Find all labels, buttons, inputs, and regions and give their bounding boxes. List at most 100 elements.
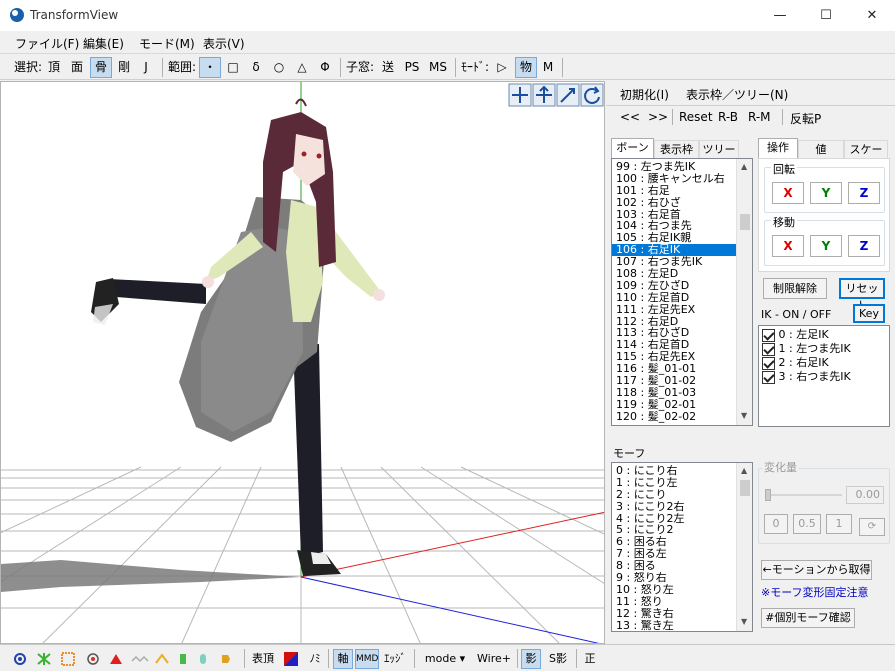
prev-button[interactable]: << xyxy=(620,110,640,124)
ik-checkbox[interactable] xyxy=(762,370,775,384)
bone-list-item[interactable]: 106 : 右足IK xyxy=(612,244,736,257)
ik-list[interactable]: 0 : 左足IK 1 : 左つま先IK 2 : 右足IK 3 : 右つま先IK xyxy=(758,325,890,427)
select-joint-button[interactable]: J xyxy=(139,57,153,78)
mode-physics-button[interactable]: 物 xyxy=(515,57,537,78)
morph-list-item[interactable]: 1 : にこり左 xyxy=(612,477,736,489)
edge-toggle[interactable]: ｴｯｼﾞ xyxy=(381,649,409,669)
key-button[interactable]: Key xyxy=(853,304,885,323)
bone-list-item[interactable]: 110 : 左足首D xyxy=(612,292,736,304)
wave-display-icon[interactable] xyxy=(131,655,149,663)
morph-list-item[interactable]: 13 : 驚き左 xyxy=(612,620,736,631)
range-triangle-button[interactable]: △ xyxy=(294,57,310,78)
init-button[interactable]: 初期化(I) xyxy=(620,86,669,103)
triangle-display-icon[interactable] xyxy=(110,654,122,664)
3d-viewport[interactable] xyxy=(0,81,605,644)
bone-list-item[interactable]: 102 : 右ひざ xyxy=(612,197,736,209)
morph-list-item[interactable]: 8 : 困る xyxy=(612,560,736,572)
rigid-display-icon[interactable] xyxy=(180,654,186,664)
bone-list-item[interactable]: 105 : 右足IK親 xyxy=(612,232,736,244)
bone-list-item[interactable]: 111 : 左足先EX xyxy=(612,304,736,316)
get-from-motion-button[interactable]: ←モーションから取得 xyxy=(761,560,872,580)
bone-list-item[interactable]: 108 : 左足D xyxy=(612,268,736,280)
select-rigid-button[interactable]: 剛 xyxy=(115,57,133,78)
bone-list-item[interactable]: 119 : 髪_02-01 xyxy=(612,399,736,411)
set-zero-button[interactable]: 0 xyxy=(764,514,788,534)
tab-value[interactable]: 値 xyxy=(798,140,844,160)
bone-list-item[interactable]: 112 : 右足D xyxy=(612,316,736,328)
unlock-limit-button[interactable]: 制限解除 xyxy=(763,278,827,299)
flip-p-button[interactable]: 反転P xyxy=(790,110,821,127)
front-view-toggle[interactable]: 正 xyxy=(580,649,600,669)
shadow-toggle[interactable]: 影 xyxy=(521,649,541,669)
tab-bone[interactable]: ボーン xyxy=(611,138,654,158)
morph-list-scrollbar[interactable]: ▲ ▼ xyxy=(736,463,752,631)
bone-list-item[interactable]: 107 : 右つま先IK xyxy=(612,256,736,268)
next-button[interactable]: >> xyxy=(648,110,668,124)
normal-display-icon[interactable] xyxy=(37,653,51,665)
close-button[interactable]: ✕ xyxy=(849,0,895,31)
mmd-toggle[interactable]: MMD xyxy=(355,649,379,669)
bone-list-item[interactable]: 104 : 右つま先 xyxy=(612,220,736,232)
range-rect-button[interactable]: □ xyxy=(225,57,241,78)
morph-list-item[interactable]: 0 : にこり右 xyxy=(612,465,736,477)
select-bone-button[interactable]: 骨 xyxy=(90,57,112,78)
ik-item[interactable]: 1 : 左つま先IK xyxy=(762,342,851,356)
tab-scale[interactable]: スケール xyxy=(844,140,888,174)
move-y-button[interactable]: Y xyxy=(810,235,842,257)
refresh-icon[interactable]: ⟳ xyxy=(859,518,885,536)
surface-vertex-toggle[interactable]: 表頂 xyxy=(250,649,276,669)
tab-tree[interactable]: ツリー xyxy=(699,140,739,160)
child-ps-button[interactable]: PS xyxy=(402,57,422,78)
morph-list-item[interactable]: 11 : 怒り xyxy=(612,596,736,608)
self-shadow-toggle[interactable]: S影 xyxy=(545,649,571,669)
range-phi-button[interactable]: Φ xyxy=(317,57,333,78)
bone-list-item[interactable]: 114 : 右足首D xyxy=(612,339,736,351)
morph-list-item[interactable]: 2 : にこり xyxy=(612,489,736,501)
bone-list-item[interactable]: 99 : 左つま先IK xyxy=(612,161,736,173)
mode-m-button[interactable]: M xyxy=(540,57,556,78)
individual-morph-check-button[interactable]: #個別モーフ確認 xyxy=(761,608,855,628)
menu-file[interactable]: ファイル(F) xyxy=(15,35,79,52)
menu-mode[interactable]: モード(M) xyxy=(139,35,195,52)
display-tree-button[interactable]: 表示枠／ツリー(N) xyxy=(686,86,788,103)
change-slider[interactable] xyxy=(766,494,842,496)
joint-display-icon[interactable] xyxy=(200,654,206,664)
ik-item[interactable]: 2 : 右足IK xyxy=(762,356,829,370)
morph-list[interactable]: 0 : にこり右 1 : にこり左 2 : にこり 3 : にこり2右 4 : にこり2… xyxy=(611,462,753,632)
morph-list-item[interactable]: 5 : にこり2 xyxy=(612,524,736,536)
bone-list-item[interactable]: 101 : 右足 xyxy=(612,185,736,197)
bone-list-item[interactable]: 103 : 右足首 xyxy=(612,209,736,221)
morph-list-item[interactable]: 7 : 困る左 xyxy=(612,548,736,560)
color-toggle-icon[interactable] xyxy=(284,652,298,666)
bone-list-scrollbar[interactable]: ▲ ▼ xyxy=(736,159,752,425)
bone-list-item[interactable]: 109 : 左ひざD xyxy=(612,280,736,292)
bone-list-item[interactable]: 115 : 右足先EX xyxy=(612,351,736,363)
child-send-button[interactable]: 送 xyxy=(379,57,397,78)
rm-button[interactable]: R-M xyxy=(748,110,771,124)
bone-list-item[interactable]: 116 : 髪_01-01 xyxy=(612,363,736,375)
set-half-button[interactable]: 0.5 xyxy=(793,514,821,534)
reset-nav-button[interactable]: Reset xyxy=(679,110,713,124)
rotate-y-button[interactable]: Y xyxy=(810,182,842,204)
menu-edit[interactable]: 編集(E) xyxy=(83,35,124,52)
change-slider-thumb[interactable] xyxy=(765,489,771,501)
bone-list[interactable]: 99 : 左つま先IK 100 : 腰キャンセル右 101 : 右足 102 : 右ひ… xyxy=(612,159,752,425)
morph-list-item[interactable]: 12 : 驚き右 xyxy=(612,608,736,620)
move-z-button[interactable]: Z xyxy=(848,235,880,257)
ik-item[interactable]: 3 : 右つま先IK xyxy=(762,370,851,384)
bone-list-item[interactable]: 120 : 髪_02-02 xyxy=(612,411,736,423)
maximize-button[interactable]: ☐ xyxy=(803,0,849,31)
range-delta-button[interactable]: δ xyxy=(248,57,264,78)
change-value-field[interactable]: 0.00 xyxy=(846,486,884,504)
bone-display-icon[interactable] xyxy=(155,653,169,664)
child-ms-button[interactable]: MS xyxy=(427,57,449,78)
nomi-toggle[interactable]: ﾉﾐ xyxy=(305,649,325,669)
range-circle-button[interactable]: ○ xyxy=(271,57,287,78)
bone-list-item[interactable]: 100 : 腰キャンセル右 xyxy=(612,173,736,185)
ik-item[interactable]: 0 : 左足IK xyxy=(762,328,829,342)
display-toggle-icons[interactable] xyxy=(12,651,252,667)
select-face-button[interactable]: 面 xyxy=(68,57,86,78)
rb-button[interactable]: R-B xyxy=(718,110,738,124)
morph-list-item[interactable]: 10 : 怒り左 xyxy=(612,584,736,596)
bone-list-item[interactable]: 113 : 右ひざD xyxy=(612,327,736,339)
